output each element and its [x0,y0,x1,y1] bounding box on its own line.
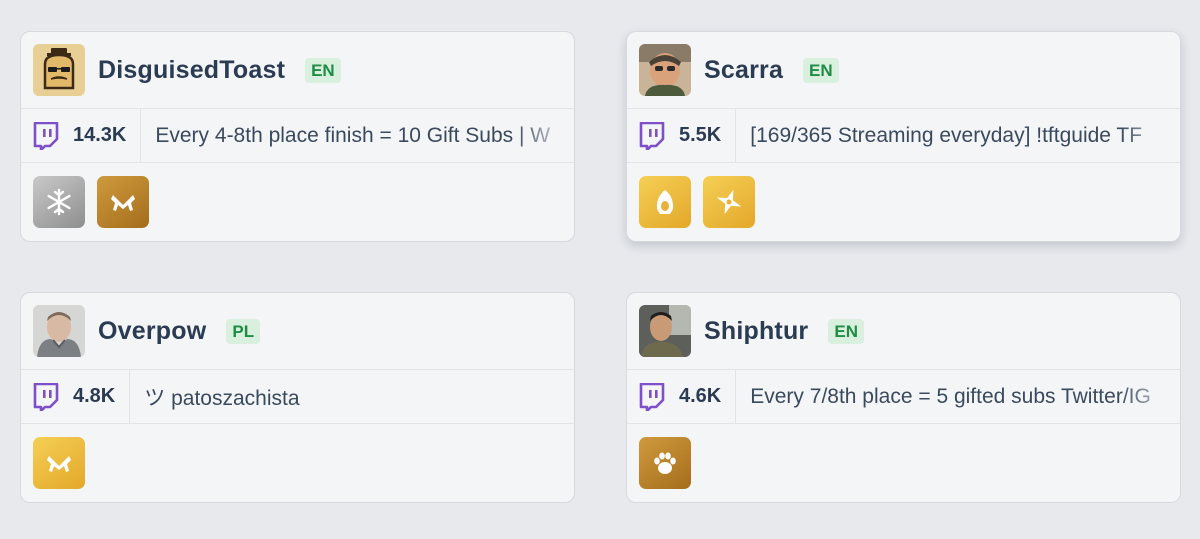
paw-icon[interactable] [639,437,691,489]
streamer-card-shiphtur[interactable]: Shiphtur EN 4.6K Every 7/8th place = 5 g… [626,292,1181,503]
stream-title-text: ツ patoszachista [144,386,300,410]
crossed-pistols-icon[interactable] [33,437,85,489]
badge-row [21,163,574,241]
streamer-card-disguisedtoast[interactable]: DisguisedToast EN 14.3K Every 4-8th plac… [20,31,575,242]
stream-title-text: Every 4-8th place finish = 10 Gift Subs … [155,123,551,147]
language-badge: PL [226,318,261,344]
language-badge: EN [828,318,864,344]
viewer-block: 5.5K [627,109,737,162]
hooded-figure-icon[interactable] [639,176,691,228]
viewer-block: 14.3K [21,109,142,162]
streamer-name[interactable]: DisguisedToast [98,56,285,85]
stream-stats: 14.3K Every 4-8th place finish = 10 Gift… [21,109,574,163]
stream-title-text: [169/365 Streaming everyday] !tftguide T… [750,123,1143,147]
card-header: Overpow PL [21,293,574,370]
stream-title-text: Every 7/8th place = 5 gifted subs Twitte… [750,384,1151,408]
badge-row [627,163,1180,241]
twitch-icon [33,382,59,411]
badge-row [21,424,574,502]
card-header: DisguisedToast EN [21,32,574,109]
viewer-count: 4.6K [679,385,722,407]
viewer-block: 4.6K [627,370,737,423]
snowflake-icon[interactable] [33,176,85,228]
viewer-count: 5.5K [679,124,722,146]
crossed-pistols-icon[interactable] [97,176,149,228]
twitch-icon [639,121,665,150]
language-badge: EN [803,57,839,83]
language-badge: EN [305,57,341,83]
card-header: Shiphtur EN [627,293,1180,370]
toast-avatar[interactable] [33,44,85,96]
stream-stats: 5.5K [169/365 Streaming everyday] !tftgu… [627,109,1180,163]
person-avatar[interactable] [639,305,691,357]
viewer-block: 4.8K [21,370,131,423]
viewer-count: 4.8K [73,385,116,407]
stream-title[interactable]: Every 4-8th place finish = 10 Gift Subs … [155,123,574,148]
person-avatar[interactable] [639,44,691,96]
stream-title[interactable]: [169/365 Streaming everyday] !tftguide T… [750,123,1180,148]
streamer-card-scarra[interactable]: Scarra EN 5.5K [169/365 Streaming everyd… [626,31,1181,242]
streamer-name[interactable]: Shiphtur [704,317,808,346]
card-header: Scarra EN [627,32,1180,109]
streamer-name[interactable]: Scarra [704,56,783,85]
stream-title[interactable]: Every 7/8th place = 5 gifted subs Twitte… [750,384,1180,409]
badge-row [627,424,1180,502]
stream-stats: 4.8K ツ patoszachista [21,370,574,424]
twitch-icon [33,121,59,150]
shuriken-icon[interactable] [703,176,755,228]
person-avatar[interactable] [33,305,85,357]
viewer-count: 14.3K [73,124,127,146]
stream-stats: 4.6K Every 7/8th place = 5 gifted subs T… [627,370,1180,424]
streamer-card-overpow[interactable]: Overpow PL 4.8K ツ patoszachista [20,292,575,503]
streamer-name[interactable]: Overpow [98,317,206,346]
stream-title[interactable]: ツ patoszachista [144,381,574,412]
twitch-icon [639,382,665,411]
